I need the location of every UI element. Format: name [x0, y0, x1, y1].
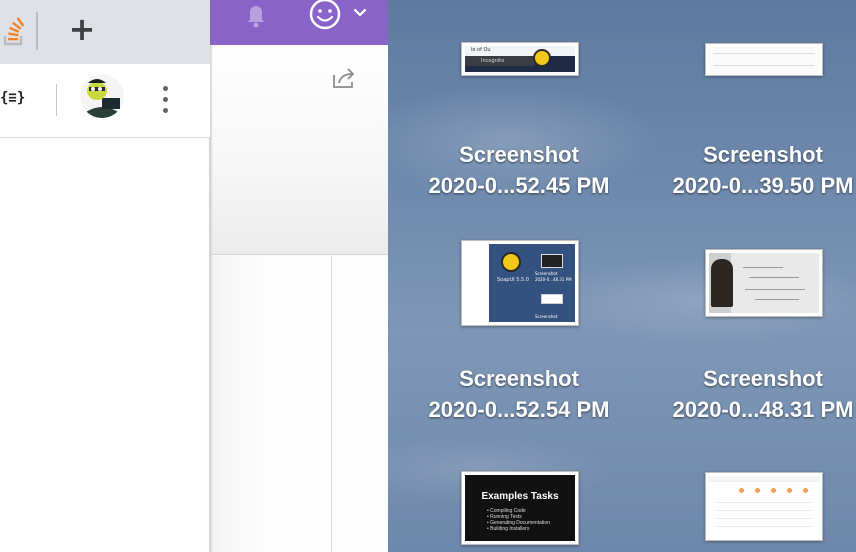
thumb-line: [715, 510, 813, 511]
file-name-line2: 2020-0...39.50 PM: [672, 173, 854, 198]
file-thumbnail[interactable]: SoapUI 5.5.0 Screenshot 2020-0...48.31 P…: [461, 240, 579, 326]
browser-menu-button[interactable]: [156, 84, 176, 116]
file-thumbnail[interactable]: [705, 472, 823, 541]
tab-separator: [36, 12, 38, 50]
thumb-slide-item: • Building Installers: [487, 526, 530, 532]
soapui-logo-icon: [533, 49, 551, 67]
thumb-dot: [755, 488, 760, 493]
thumb-scribble: [755, 299, 799, 300]
browser-toolbar: {≡}: [0, 64, 210, 138]
thumb-dot: [803, 488, 808, 493]
soapui-logo-icon: [501, 252, 521, 272]
file-label[interactable]: Screenshot 2020-0...52.54 PM: [394, 363, 644, 425]
file-label[interactable]: Screenshot 2020-0...39.50 PM: [638, 139, 856, 201]
thumb-scribble: [743, 267, 783, 268]
smiley-icon[interactable]: [308, 0, 342, 32]
file-thumbnail[interactable]: [705, 43, 823, 76]
stackoverflow-icon[interactable]: [2, 16, 26, 46]
thumb-dot: [771, 488, 776, 493]
thumb-scribble: [745, 289, 805, 290]
file-thumbnail[interactable]: Examples Tasks • Compiling Code • Runnin…: [461, 471, 579, 545]
bell-icon[interactable]: [243, 0, 269, 30]
app-content-body: [210, 256, 388, 552]
thumb-line: [715, 518, 813, 519]
thumb-whiteboard: [731, 253, 819, 313]
json-extension-icon[interactable]: {≡}: [0, 90, 25, 106]
file-name-line1: Screenshot: [703, 366, 823, 391]
app-header-bar: [210, 0, 388, 45]
file-name-line1: Screenshot: [703, 142, 823, 167]
thumb-dot: [739, 488, 744, 493]
thumb-line: [715, 502, 813, 503]
thumb-line: [715, 526, 813, 527]
profile-avatar[interactable]: [80, 74, 124, 118]
thumb-tab-text: le of Ou: [471, 47, 491, 53]
file-name-line1: Screenshot: [459, 142, 579, 167]
kebab-dot-icon: [163, 108, 168, 113]
thumb-dot: [787, 488, 792, 493]
toolbar-separator: [56, 84, 57, 116]
file-name-line2: 2020-0...52.54 PM: [428, 397, 610, 422]
chevron-down-icon[interactable]: [352, 6, 368, 20]
thumb-mini-screenshot: [541, 254, 563, 268]
thumb-caption: Screenshot: [535, 271, 558, 276]
app-panel: [210, 0, 388, 552]
app-content-header: [210, 45, 388, 255]
share-icon[interactable]: [330, 65, 358, 93]
browser-window: + {≡}: [0, 0, 210, 552]
thumb-slide-title: Examples Tasks: [481, 491, 559, 502]
kebab-dot-icon: [163, 97, 168, 102]
file-name-line1: Screenshot: [459, 366, 579, 391]
file-thumbnail[interactable]: le of Ou Incognito: [461, 42, 579, 76]
thumb-app-version: SoapUI 5.5.0: [497, 277, 529, 283]
file-label[interactable]: Screenshot 2020-0...52.45 PM: [394, 139, 644, 201]
desktop: le of Ou Incognito Screenshot 2020-0...5…: [388, 0, 856, 552]
thumb-caption: Screenshot: [535, 314, 558, 319]
file-label[interactable]: Screenshot 2020-0...48.31 PM: [638, 363, 856, 425]
thumb-scribble: [749, 277, 799, 278]
file-name-line2: 2020-0...48.31 PM: [672, 397, 854, 422]
file-thumbnail[interactable]: [705, 249, 823, 317]
new-tab-button[interactable]: +: [66, 13, 98, 46]
thumb-mini-screenshot: [541, 294, 563, 304]
thumb-person: [711, 259, 733, 307]
kebab-dot-icon: [163, 86, 168, 91]
window-shadow: [210, 45, 213, 552]
tab-strip: +: [0, 0, 210, 64]
column-divider: [331, 256, 332, 552]
thumb-table-row: [713, 53, 815, 54]
file-name-line2: 2020-0...52.45 PM: [428, 173, 610, 198]
thumb-caption: 2020-0...48.31 PM: [535, 277, 572, 282]
thumb-table-row: [713, 65, 815, 66]
thumb-incognito-text: Incognito: [481, 58, 505, 64]
thumb-slide-list: • Compiling Code • Running Tests • Gener…: [487, 508, 550, 532]
thumb-topbar: [709, 476, 819, 482]
